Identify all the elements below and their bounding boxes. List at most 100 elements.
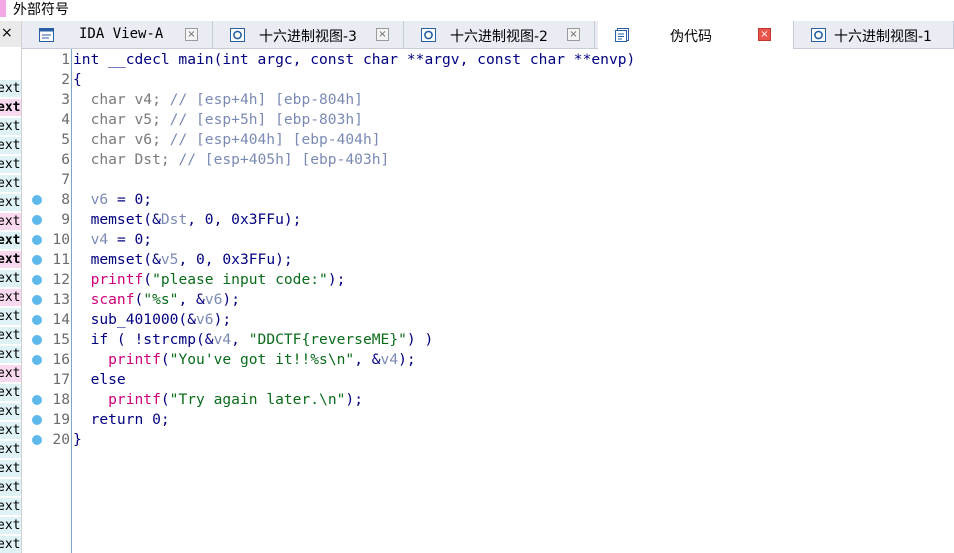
left-panel-list: ext ext ext ext ext ext ext ext ext ext ext ext ext e… <box>0 79 21 553</box>
symbol-name: ext <box>0 157 21 172</box>
symbol-list-item[interactable]: ext <box>0 402 21 421</box>
code-line[interactable]: 4 char v5; // [esp+5h] [ebp-803h] <box>22 110 954 130</box>
symbol-list-item[interactable]: ext <box>0 421 21 440</box>
code-token: v4 <box>380 351 399 368</box>
close-tab-icon[interactable]: × <box>376 28 389 41</box>
external-symbols-header[interactable]: 外部符号 <box>0 0 954 21</box>
line-number: 3 <box>61 91 70 108</box>
code-text: printf("You've got it!!%s\n", &v4); <box>73 350 416 370</box>
symbol-list-item[interactable]: ext <box>0 155 21 174</box>
symbol-list-item[interactable]: ext <box>0 364 21 383</box>
symbol-list-item[interactable]: ext <box>0 193 21 212</box>
breakpoint-dot-icon[interactable] <box>32 355 42 365</box>
code-token: ("please input code:"); <box>143 271 346 288</box>
breakpoint-dot-icon[interactable] <box>32 235 42 245</box>
tab-3[interactable]: 十六进制视图-2 × <box>404 21 595 48</box>
pseudocode-editor[interactable]: 1 int __cdecl main(int argc, const char *… <box>22 49 954 553</box>
line-number: 9 <box>61 211 70 228</box>
code-line[interactable]: 16 printf("You've got it!!%s\n", &v4); <box>22 350 954 370</box>
symbol-list-item[interactable]: ext <box>0 79 21 98</box>
symbol-name: ext <box>0 195 21 210</box>
tab-4[interactable]: 伪代码 × <box>598 21 794 49</box>
code-line[interactable]: 17 else <box>22 370 954 390</box>
code-line[interactable]: 7 <box>22 170 954 190</box>
breakpoint-dot-icon[interactable] <box>32 255 42 265</box>
breakpoint-dot-icon[interactable] <box>32 335 42 345</box>
symbol-list-item[interactable]: ext <box>0 383 21 402</box>
code-token: ("%s", & <box>134 291 205 308</box>
code-token: v4 <box>213 331 232 348</box>
code-text: memset(&Dst, 0, 0x3FFu); <box>73 210 302 230</box>
symbol-list-item[interactable]: ext <box>0 345 21 364</box>
symbol-list-item[interactable]: ext <box>0 212 21 231</box>
symbol-list-item[interactable]: ext <box>0 307 21 326</box>
symbol-list-item[interactable]: ext <box>0 497 21 516</box>
close-tab-icon[interactable]: × <box>567 28 580 41</box>
breakpoint-dot-icon[interactable] <box>32 435 42 445</box>
code-line[interactable]: 3 char v4; // [esp+4h] [ebp-804h] <box>22 90 954 110</box>
symbol-list-item[interactable]: ext <box>0 516 21 535</box>
symbol-list-item[interactable]: ext <box>0 250 21 269</box>
symbol-list-item[interactable]: ext <box>0 459 21 478</box>
code-line[interactable]: 6 char Dst; // [esp+405h] [ebp-403h] <box>22 150 954 170</box>
code-token: memset(& <box>73 251 161 268</box>
close-icon[interactable]: × <box>1 25 13 41</box>
tab-5[interactable]: 十六进制视图-1 <box>794 21 954 48</box>
breakpoint-dot-icon[interactable] <box>32 295 42 305</box>
breakpoint-dot-icon[interactable] <box>32 315 42 325</box>
code-line[interactable]: 12 printf("please input code:"); <box>22 270 954 290</box>
breakpoint-dot-icon[interactable] <box>32 195 42 205</box>
code-token: , 0, 0x3FFu); <box>187 211 302 228</box>
line-number: 19 <box>52 411 70 428</box>
tab-1[interactable]: IDA View-A × <box>22 21 213 48</box>
symbol-name: ext <box>0 385 21 400</box>
code-text: scanf("%s", &v6); <box>73 290 240 310</box>
close-tab-icon[interactable]: × <box>185 28 198 41</box>
symbol-list-item[interactable]: ext <box>0 535 21 553</box>
symbol-name: ext <box>0 119 21 134</box>
code-line[interactable]: 1 int __cdecl main(int argc, const char *… <box>22 50 954 70</box>
symbol-list-item[interactable]: ext <box>0 288 21 307</box>
symbol-name: ext <box>0 404 21 419</box>
code-line[interactable]: 18 printf("Try again later.\n"); <box>22 390 954 410</box>
breakpoint-dot-icon[interactable] <box>32 415 42 425</box>
code-token: printf <box>73 391 161 408</box>
symbol-list-item[interactable]: ext <box>0 98 21 117</box>
code-line[interactable]: 13 scanf("%s", &v6); <box>22 290 954 310</box>
tab-2[interactable]: 十六进制视图-3 × <box>213 21 404 48</box>
code-token: ); <box>213 311 232 328</box>
code-line[interactable]: 2{ <box>22 70 954 90</box>
symbol-list-item[interactable]: ext <box>0 478 21 497</box>
symbol-list-item[interactable]: ext <box>0 117 21 136</box>
code-line[interactable]: 9 memset(&Dst, 0, 0x3FFu); <box>22 210 954 230</box>
code-token: { <box>73 71 82 88</box>
symbol-list-item[interactable]: ext <box>0 440 21 459</box>
code-token: // [esp+405h] [ebp-403h] <box>178 151 390 168</box>
line-number: 16 <box>52 351 70 368</box>
code-text: memset(&v5, 0, 0x3FFu); <box>73 250 293 270</box>
line-number: 4 <box>61 111 70 128</box>
code-line[interactable]: 11 memset(&v5, 0, 0x3FFu); <box>22 250 954 270</box>
symbol-name: ext <box>0 214 21 229</box>
symbol-list-item[interactable]: ext <box>0 136 21 155</box>
code-text: v6 = 0; <box>73 190 153 210</box>
code-line[interactable]: 14 sub_401000(&v6); <box>22 310 954 330</box>
symbol-list-item[interactable]: ext <box>0 174 21 193</box>
code-line[interactable]: 19 return 0; <box>22 410 954 430</box>
code-line[interactable]: 8 v6 = 0; <box>22 190 954 210</box>
code-line[interactable]: 20} <box>22 430 954 450</box>
ida-view-icon <box>39 27 54 42</box>
breakpoint-dot-icon[interactable] <box>32 395 42 405</box>
code-line[interactable]: 10 v4 = 0; <box>22 230 954 250</box>
close-tab-icon[interactable]: × <box>758 28 771 41</box>
code-text: char v4; // [esp+4h] [ebp-804h] <box>73 90 363 110</box>
breakpoint-dot-icon[interactable] <box>32 215 42 225</box>
symbol-name: ext <box>0 537 21 552</box>
breakpoint-dot-icon[interactable] <box>32 275 42 285</box>
symbol-list-item[interactable]: ext <box>0 269 21 288</box>
symbol-list-item[interactable]: ext <box>0 231 21 250</box>
symbol-list-item[interactable]: ext <box>0 326 21 345</box>
symbol-name: ext <box>0 252 21 267</box>
code-line[interactable]: 5 char v6; // [esp+404h] [ebp-404h] <box>22 130 954 150</box>
code-line[interactable]: 15 if ( !strcmp(&v4, "DDCTF{reverseME}")… <box>22 330 954 350</box>
